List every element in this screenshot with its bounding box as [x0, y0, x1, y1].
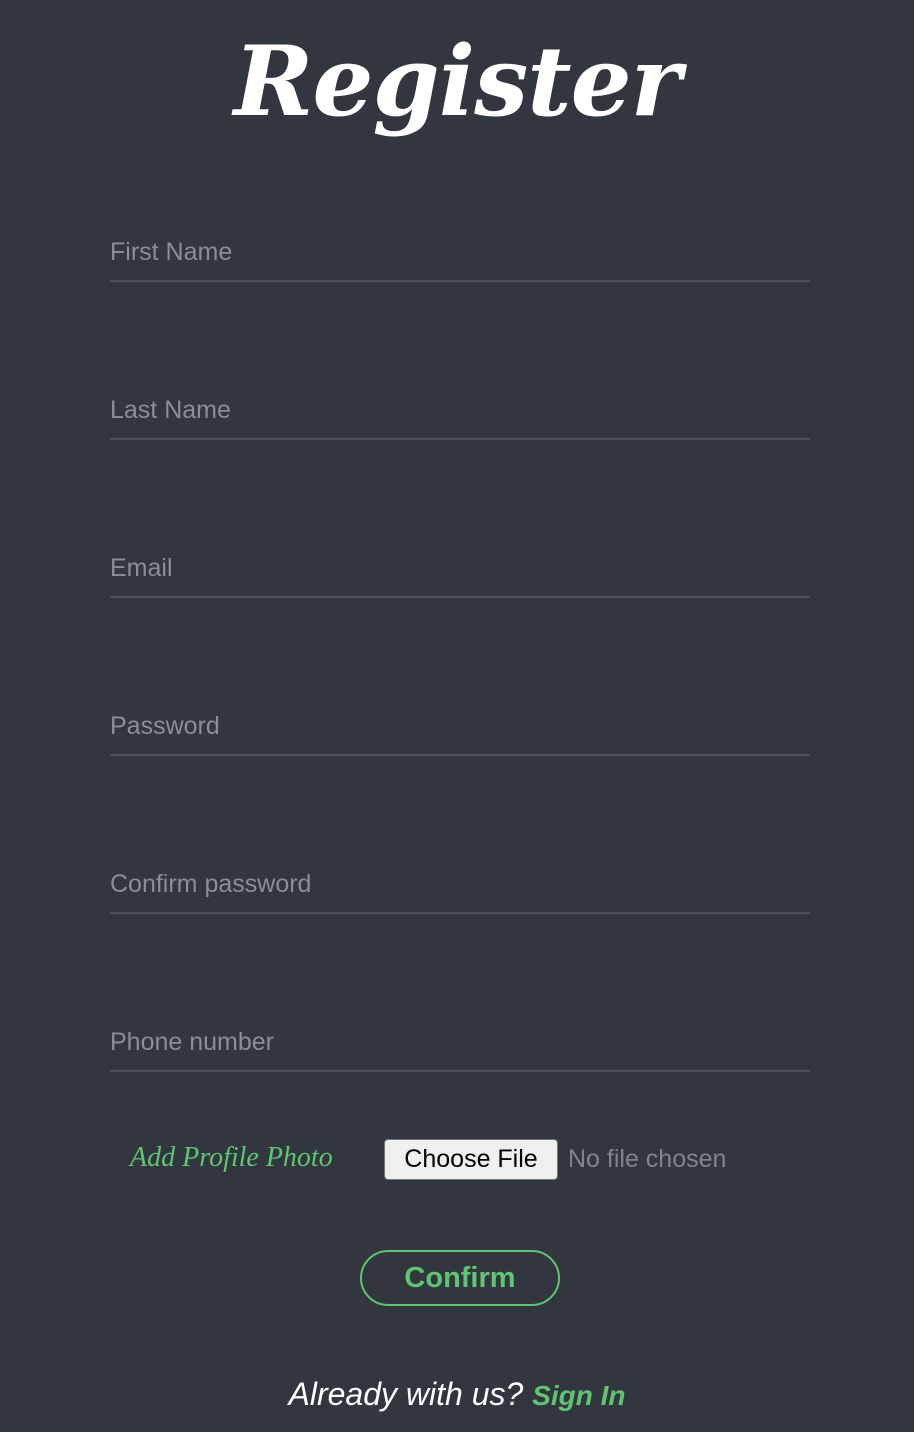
- add-profile-photo-label: Add Profile Photo: [130, 1142, 333, 1173]
- password-field-wrapper: [110, 696, 810, 756]
- last-name-field-wrapper: [110, 380, 810, 440]
- email-field-wrapper: [110, 538, 810, 598]
- phone-field-wrapper: [110, 1012, 810, 1072]
- page-title: Register: [233, 25, 682, 138]
- choose-file-button[interactable]: Choose File: [384, 1139, 558, 1180]
- confirm-password-field-wrapper: [110, 854, 810, 914]
- last-name-input[interactable]: [110, 392, 810, 428]
- signin-prompt: Already with us? Sign In: [0, 1372, 914, 1418]
- phone-number-input[interactable]: [110, 1024, 810, 1060]
- file-status-text: No file chosen: [568, 1145, 727, 1173]
- first-name-field-wrapper: [110, 222, 810, 282]
- sign-in-link[interactable]: Sign In: [532, 1380, 625, 1411]
- password-input[interactable]: [110, 708, 810, 744]
- confirm-button[interactable]: Confirm: [360, 1250, 560, 1306]
- email-input[interactable]: [110, 550, 810, 586]
- already-with-us-text: Already with us?: [288, 1376, 524, 1412]
- confirm-password-input[interactable]: [110, 866, 810, 902]
- first-name-input[interactable]: [110, 234, 810, 270]
